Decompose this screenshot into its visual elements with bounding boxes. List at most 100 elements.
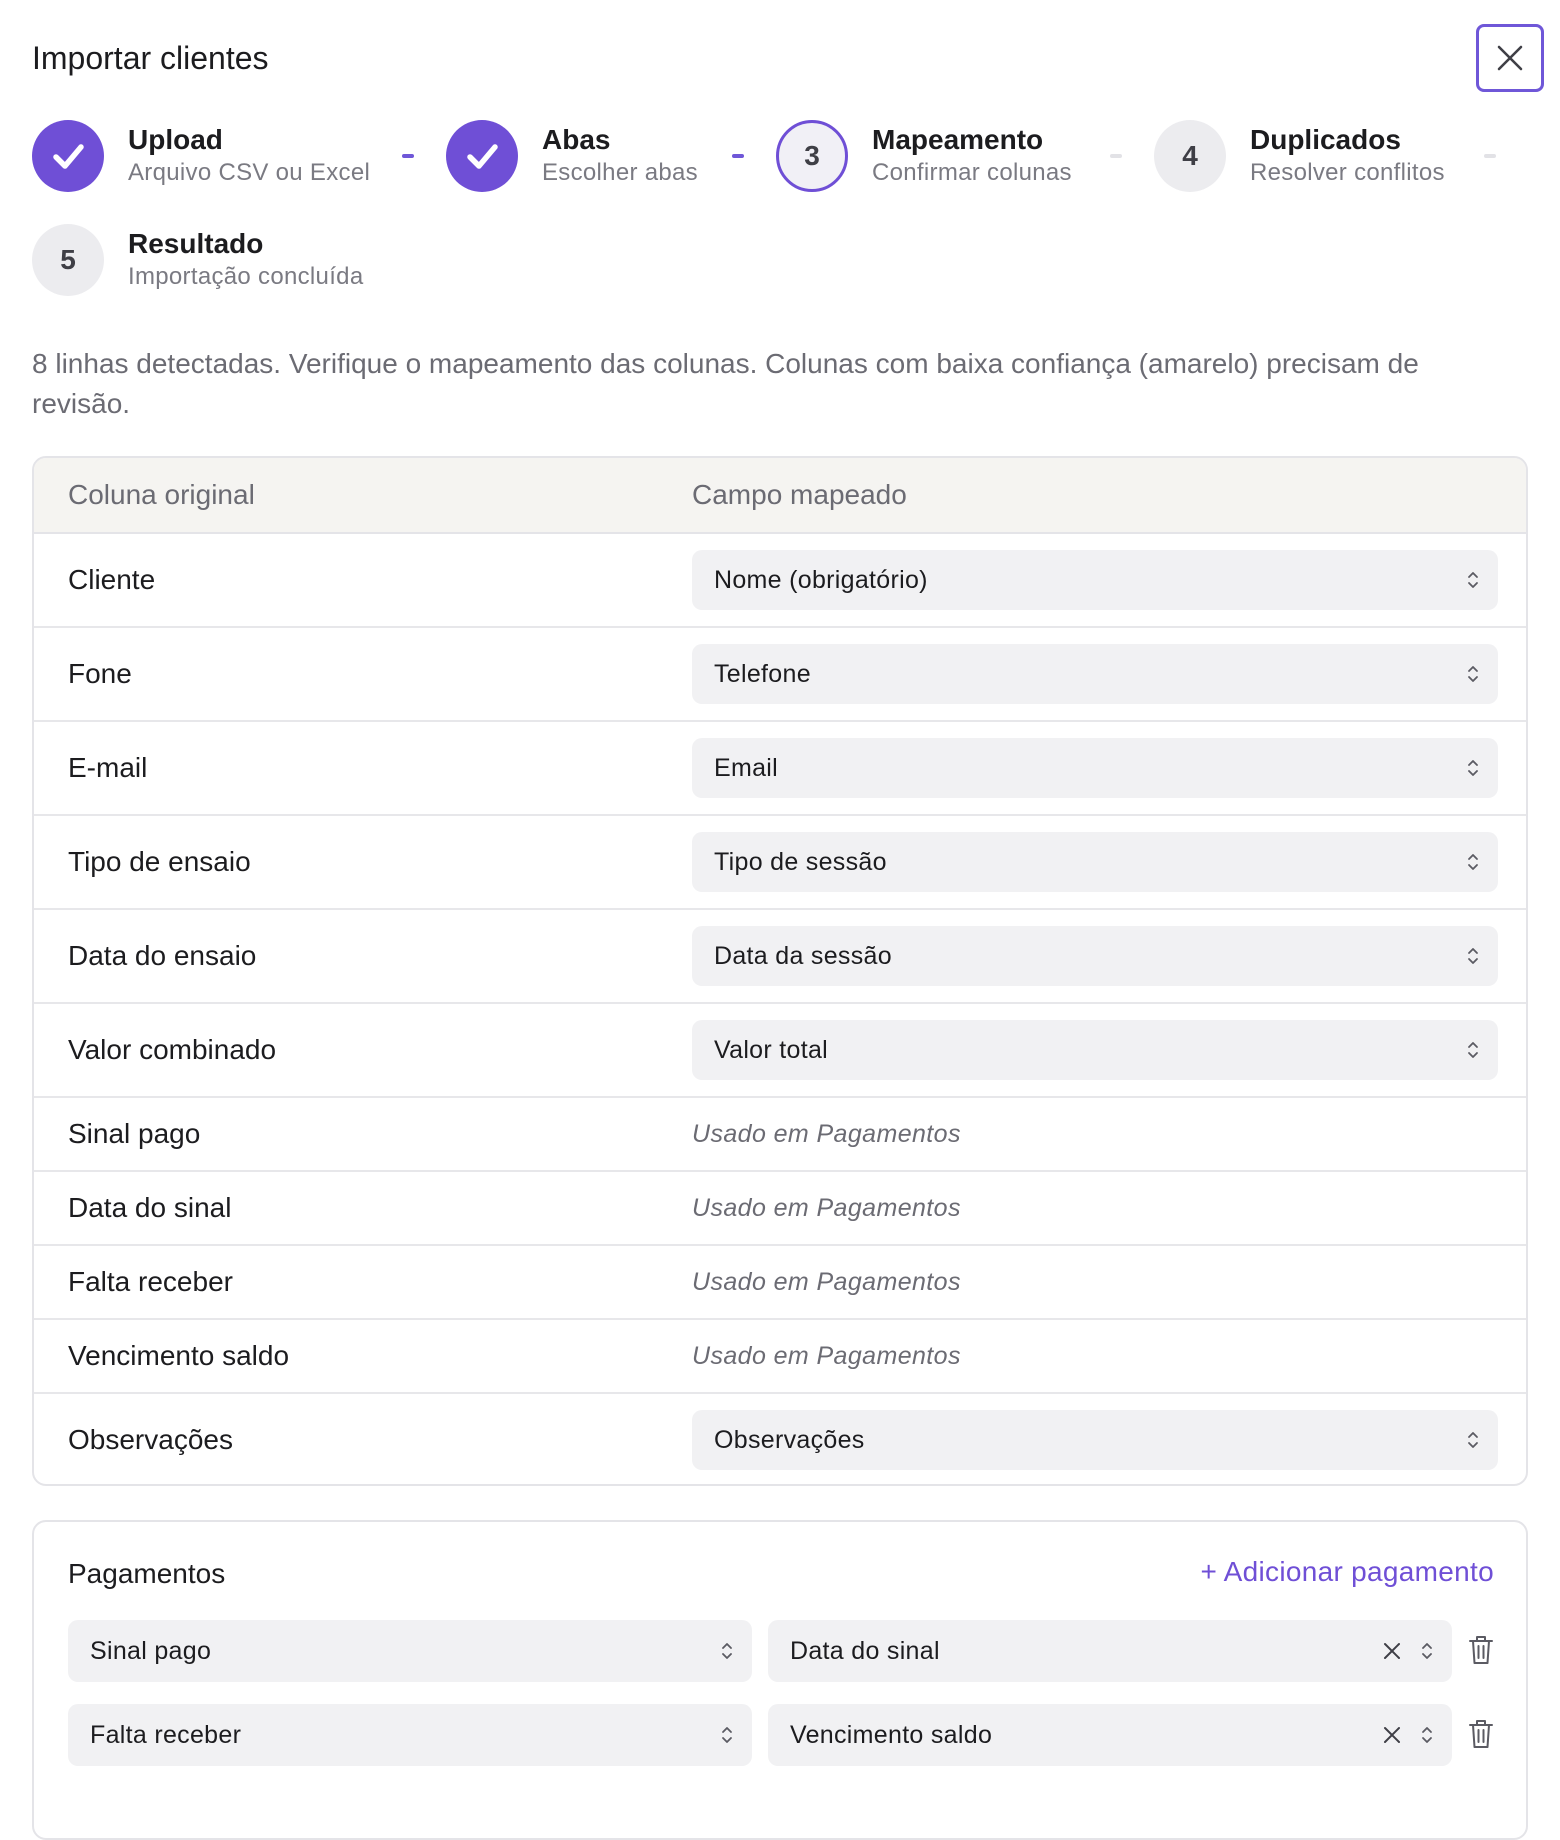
step-title: Abas (542, 124, 611, 155)
step-subtitle: Arquivo CSV ou Excel (128, 159, 371, 186)
step-resultado: 5 Resultado Importação concluída (32, 224, 363, 296)
select-value: Tipo de sessão (714, 847, 887, 876)
step-title: Duplicados (1250, 124, 1401, 155)
chevron-up-down-icon (1468, 666, 1478, 682)
step-number: 4 (1154, 120, 1226, 192)
mapped-field-select[interactable]: Email (692, 738, 1498, 798)
step-connector (402, 154, 414, 158)
mapped-field-select[interactable]: Observações (692, 1410, 1498, 1470)
step-title: Resultado (128, 228, 264, 259)
select-value: Telefone (714, 659, 811, 688)
header-original: Coluna original (68, 479, 255, 510)
step-connector (1110, 154, 1122, 158)
used-in-payments-note: Usado em Pagamentos (692, 1342, 961, 1370)
used-in-payments-note: Usado em Pagamentos (692, 1120, 961, 1148)
mapping-row: Fone Telefone (34, 628, 1526, 722)
mapped-field-select[interactable]: Tipo de sessão (692, 832, 1498, 892)
chevron-up-down-icon (1422, 1727, 1432, 1743)
chevron-up-down-icon (1422, 1643, 1432, 1659)
step-subtitle: Importação concluída (128, 263, 364, 290)
step-title: Upload (128, 124, 223, 155)
original-column-name: Data do ensaio (68, 940, 257, 971)
payment-row: Falta receber Vencimento saldo (68, 1704, 1498, 1766)
select-value: Falta receber (90, 1720, 242, 1749)
import-clients-dialog: Importar clientes Upload Arquivo CSV ou … (0, 0, 1560, 1840)
mapping-description: 8 linhas detectadas. Verifique o mapeame… (32, 348, 1419, 419)
mapping-row: Data do ensaio Data da sessão (34, 910, 1526, 1004)
header-mapped: Campo mapeado (692, 479, 907, 510)
payment-amount-select[interactable]: Falta receber (68, 1704, 752, 1766)
original-column-name: Cliente (68, 564, 156, 595)
mapped-field-select[interactable]: Data da sessão (692, 926, 1498, 986)
select-value: Data da sessão (714, 941, 892, 970)
original-column-name: E-mail (68, 752, 148, 783)
trash-icon[interactable] (1468, 1718, 1494, 1750)
chevron-up-down-icon (722, 1727, 732, 1743)
mapped-field-select[interactable]: Nome (obrigatório) (692, 550, 1498, 610)
step-check-icon (32, 120, 104, 192)
payment-date-select[interactable]: Vencimento saldo (768, 1704, 1452, 1766)
select-value: Email (714, 753, 779, 782)
step-mapeamento: 3 Mapeamento Confirmar colunas (776, 120, 1072, 192)
mapping-row: Tipo de ensaio Tipo de sessão (34, 816, 1526, 910)
select-value: Observações (714, 1425, 865, 1454)
step-title: Mapeamento (872, 124, 1044, 155)
original-column-name: Data do sinal (68, 1192, 232, 1223)
mapping-row: Falta receber Usado em Pagamentos (34, 1246, 1526, 1320)
step-connector (1484, 154, 1496, 158)
step-subtitle: Escolher abas (542, 159, 698, 186)
original-column-name: Valor combinado (68, 1034, 277, 1065)
step-connector (732, 154, 744, 158)
original-column-name: Tipo de ensaio (68, 846, 251, 877)
mapping-row: E-mail Email (34, 722, 1526, 816)
step-abas: Abas Escolher abas (446, 120, 698, 192)
step-subtitle: Resolver conflitos (1250, 159, 1445, 186)
original-column-name: Observações (68, 1424, 233, 1455)
step-number: 3 (776, 120, 848, 192)
select-value: Nome (obrigatório) (714, 565, 928, 594)
close-button[interactable] (1476, 24, 1544, 92)
close-icon (1497, 45, 1523, 71)
dialog-title: Importar clientes (32, 40, 269, 76)
original-column-name: Vencimento saldo (68, 1340, 290, 1371)
mapped-field-select[interactable]: Telefone (692, 644, 1498, 704)
chevron-up-down-icon (1468, 572, 1478, 588)
payments-title: Pagamentos (68, 1558, 226, 1589)
mapping-row: Data do sinal Usado em Pagamentos (34, 1172, 1526, 1246)
mapping-row: Cliente Nome (obrigatório) (34, 534, 1526, 628)
select-value: Vencimento saldo (790, 1720, 993, 1749)
original-column-name: Fone (68, 658, 132, 689)
select-value: Sinal pago (90, 1636, 212, 1665)
select-value: Data do sinal (790, 1636, 940, 1665)
mapping-row: Vencimento saldo Usado em Pagamentos (34, 1320, 1526, 1394)
table-header: Coluna original Campo mapeado (34, 458, 1526, 534)
payment-date-select[interactable]: Data do sinal (768, 1620, 1452, 1682)
step-duplicados: 4 Duplicados Resolver conflitos (1154, 120, 1445, 192)
chevron-up-down-icon (1468, 760, 1478, 776)
mapping-row: Valor combinado Valor total (34, 1004, 1526, 1098)
table-body: Cliente Nome (obrigatório) Fone Telefone E-m… (34, 534, 1526, 1484)
payment-amount-select[interactable]: Sinal pago (68, 1620, 752, 1682)
chevron-up-down-icon (1468, 854, 1478, 870)
chevron-up-down-icon (1468, 948, 1478, 964)
select-value: Valor total (714, 1035, 829, 1064)
mapping-row: Observações Observações (34, 1394, 1526, 1484)
used-in-payments-note: Usado em Pagamentos (692, 1268, 961, 1296)
chevron-up-down-icon (1468, 1432, 1478, 1448)
mapping-row: Sinal pago Usado em Pagamentos (34, 1098, 1526, 1172)
original-column-name: Falta receber (68, 1266, 233, 1297)
column-mapping-table: Coluna original Campo mapeado Cliente Nom… (32, 456, 1528, 1486)
chevron-up-down-icon (722, 1643, 732, 1659)
step-subtitle: Confirmar colunas (872, 159, 1072, 186)
used-in-payments-note: Usado em Pagamentos (692, 1194, 961, 1222)
original-column-name: Sinal pago (68, 1118, 201, 1149)
step-upload: Upload Arquivo CSV ou Excel (32, 120, 370, 192)
add-payment-link[interactable]: + Adicionar pagamento (1200, 1556, 1494, 1588)
mapped-field-select[interactable]: Valor total (692, 1020, 1498, 1080)
step-number: 5 (32, 224, 104, 296)
clear-icon[interactable] (1382, 1641, 1402, 1661)
clear-icon[interactable] (1382, 1725, 1402, 1745)
trash-icon[interactable] (1468, 1634, 1494, 1666)
step-check-icon (446, 120, 518, 192)
payments-section: Pagamentos + Adicionar pagamento Sinal p… (32, 1520, 1528, 1840)
